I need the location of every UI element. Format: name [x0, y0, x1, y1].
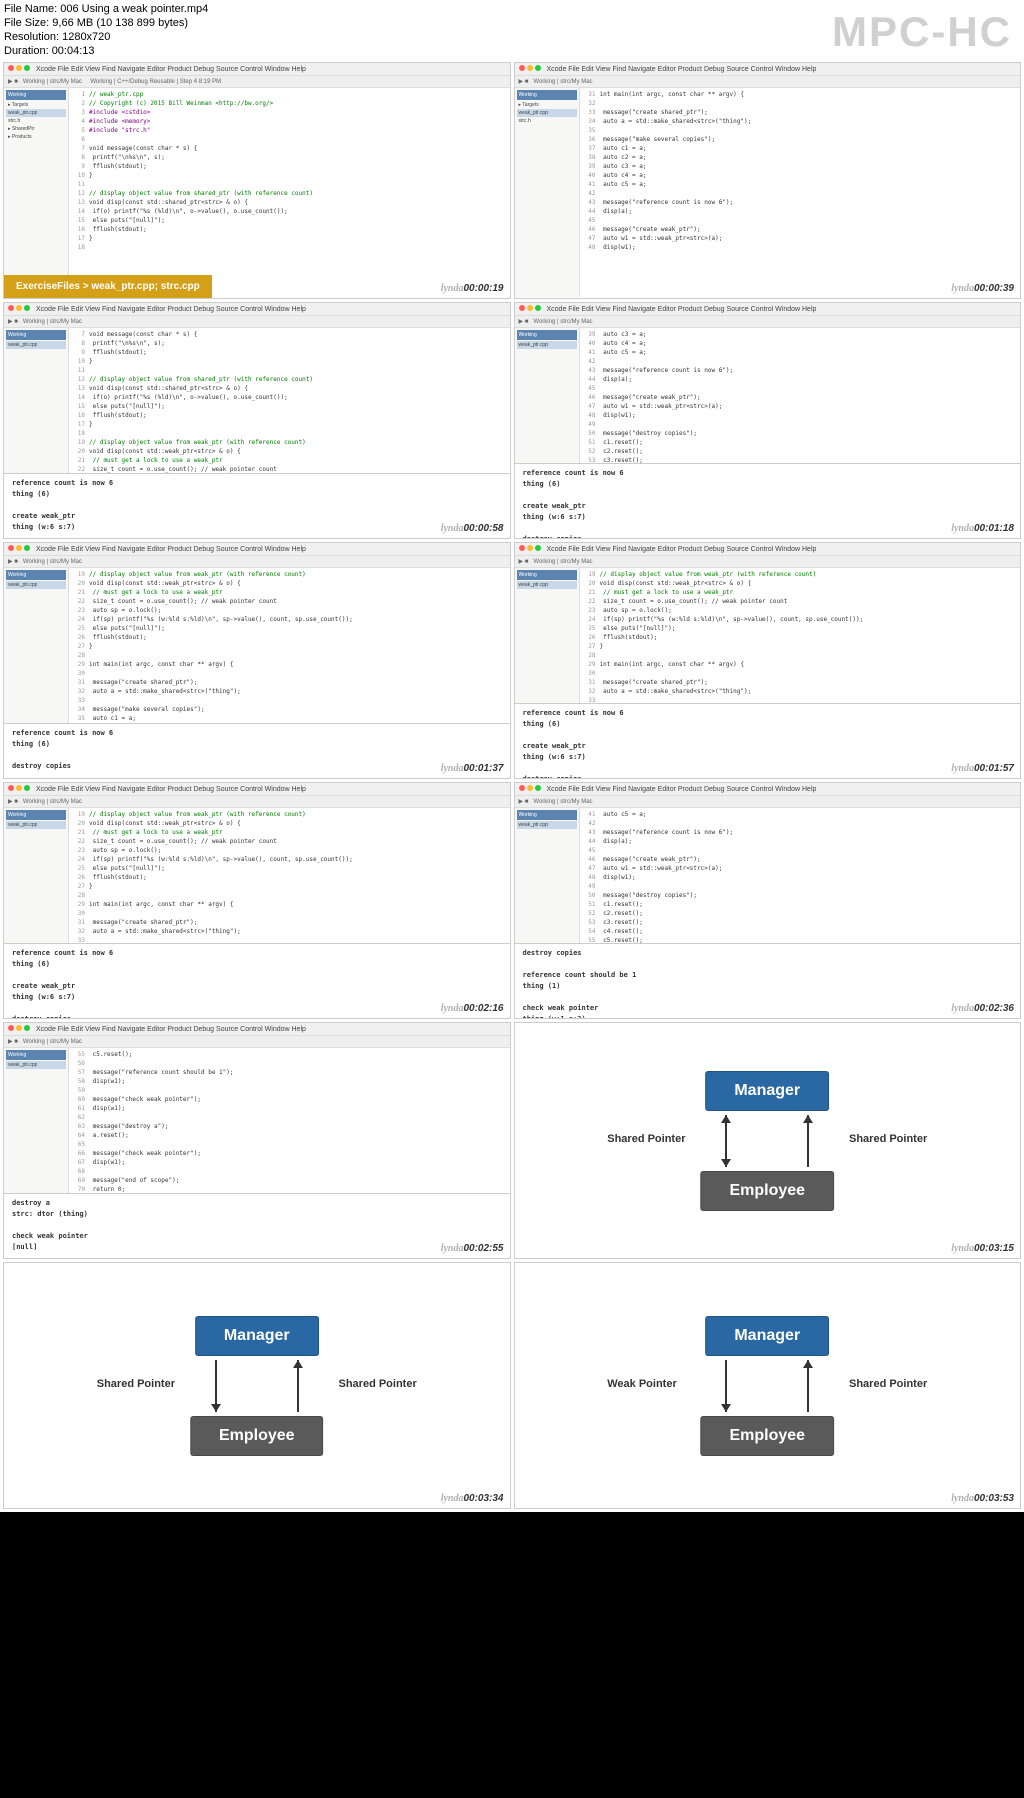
thumb-11[interactable]: Manager Employee Shared Pointer Shared P…: [3, 1262, 511, 1509]
thumb-1[interactable]: Xcode File Edit View Find Navigate Edito…: [3, 62, 511, 299]
code-editor[interactable]: 1// weak_ptr.cpp2// Copyright (c) 2015 B…: [69, 88, 510, 297]
employee-box: Employee: [700, 1171, 834, 1211]
xcode-toolbar: ▶ ■ Working | strc/My Mac Working | C++/…: [4, 76, 510, 88]
app-watermark: MPC-HC: [832, 8, 1012, 56]
thumb-10[interactable]: Manager Employee Shared Pointer Shared P…: [514, 1022, 1022, 1259]
xcode-menubar: Xcode File Edit View Find Navigate Edito…: [4, 63, 510, 76]
thumbnail-grid: Xcode File Edit View Find Navigate Edito…: [0, 0, 1024, 1512]
timestamp: lynda00:00:19: [441, 283, 504, 294]
left-label: Shared Pointer: [607, 1133, 685, 1145]
thumb-9[interactable]: Xcode File Edit View Find Navigate Edito…: [3, 1022, 511, 1259]
console-output: reference count is now 6thing (6) create…: [4, 473, 510, 537]
arrow-left: [725, 1115, 727, 1167]
thumb-7[interactable]: Xcode File Edit View Find Navigate Edito…: [3, 782, 511, 1019]
right-label: Shared Pointer: [849, 1133, 927, 1145]
thumb-12[interactable]: Manager Employee Weak Pointer Shared Poi…: [514, 1262, 1022, 1509]
path-callout: ExerciseFiles > weak_ptr.cpp; strc.cpp: [4, 275, 212, 298]
thumb-3[interactable]: Xcode File Edit View Find Navigate Edito…: [3, 302, 511, 539]
arrow-right: [807, 1115, 809, 1167]
thumb-2[interactable]: Xcode File Edit View Find Navigate Edito…: [514, 62, 1022, 299]
file-navigator[interactable]: Working ▸ Targets weak_ptr.cpp strc.h ▸ …: [4, 88, 69, 297]
manager-box: Manager: [705, 1071, 829, 1111]
thumb-6[interactable]: Xcode File Edit View Find Navigate Edito…: [514, 542, 1022, 779]
thumb-5[interactable]: Xcode File Edit View Find Navigate Edito…: [3, 542, 511, 779]
thumb-4[interactable]: Xcode File Edit View Find Navigate Edito…: [514, 302, 1022, 539]
thumb-8[interactable]: Xcode File Edit View Find Navigate Edito…: [514, 782, 1022, 1019]
file-info: File Name: 006 Using a weak pointer.mp4 …: [4, 2, 208, 58]
